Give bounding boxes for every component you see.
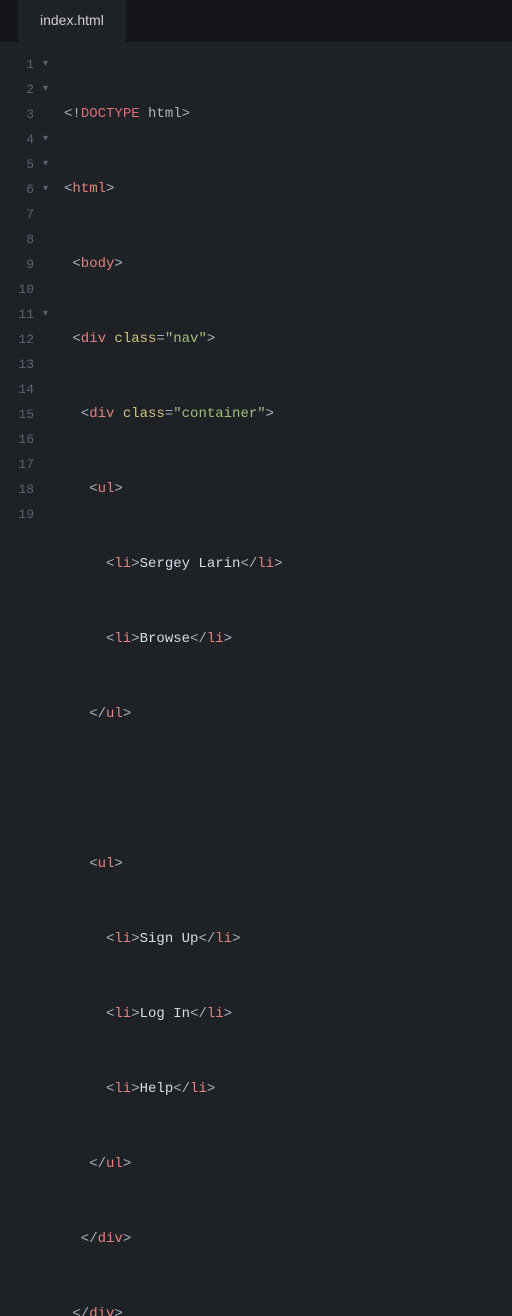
line-number: 4▾ xyxy=(0,127,48,152)
code-line: </div> xyxy=(64,1227,512,1252)
code-line: <li>Sign Up</li> xyxy=(64,927,512,952)
fold-icon[interactable]: ▾ xyxy=(38,52,48,77)
fold-icon[interactable]: ▾ xyxy=(38,152,48,177)
code-line: <li>Browse</li> xyxy=(64,627,512,652)
line-number: 13 xyxy=(0,352,48,377)
line-number: 2▾ xyxy=(0,77,48,102)
line-number: 18 xyxy=(0,477,48,502)
code-line: <body> xyxy=(64,252,512,277)
line-number: 16 xyxy=(0,427,48,452)
code-line: <div class="container"> xyxy=(64,402,512,427)
code-line: <ul> xyxy=(64,852,512,877)
code-line: <ul> xyxy=(64,477,512,502)
tab-bar: index.html xyxy=(0,0,512,42)
code-line: <li>Log In</li> xyxy=(64,1002,512,1027)
line-number: 8 xyxy=(0,227,48,252)
code-line: <!DOCTYPE html> xyxy=(64,102,512,127)
line-number: 7 xyxy=(0,202,48,227)
fold-icon[interactable]: ▾ xyxy=(38,127,48,152)
code-line xyxy=(64,777,512,802)
line-number: 5▾ xyxy=(0,152,48,177)
line-number: 19 xyxy=(0,502,48,527)
tab-index-html[interactable]: index.html xyxy=(18,0,126,42)
line-number: 6▾ xyxy=(0,177,48,202)
fold-icon[interactable]: ▾ xyxy=(38,77,48,102)
fold-icon[interactable]: ▾ xyxy=(38,302,48,327)
code-line: <li>Help</li> xyxy=(64,1077,512,1102)
code-line: <div class="nav"> xyxy=(64,327,512,352)
line-number: 11▾ xyxy=(0,302,48,327)
line-number: 9 xyxy=(0,252,48,277)
code-line: <html> xyxy=(64,177,512,202)
fold-icon[interactable]: ▾ xyxy=(38,177,48,202)
code-area[interactable]: <!DOCTYPE html> <html> <body> <div class… xyxy=(54,52,512,1316)
line-number: 15 xyxy=(0,402,48,427)
gutter: 1▾2▾34▾5▾6▾7891011▾1213141516171819 xyxy=(0,52,54,1316)
code-line: </ul> xyxy=(64,702,512,727)
editor: 1▾2▾34▾5▾6▾7891011▾1213141516171819 <!DO… xyxy=(0,42,512,1316)
line-number: 10 xyxy=(0,277,48,302)
code-line: <li>Sergey Larin</li> xyxy=(64,552,512,577)
line-number: 17 xyxy=(0,452,48,477)
code-line: </div> xyxy=(64,1302,512,1316)
line-number: 3 xyxy=(0,102,48,127)
line-number: 12 xyxy=(0,327,48,352)
code-line: </ul> xyxy=(64,1152,512,1177)
line-number: 1▾ xyxy=(0,52,48,77)
line-number: 14 xyxy=(0,377,48,402)
